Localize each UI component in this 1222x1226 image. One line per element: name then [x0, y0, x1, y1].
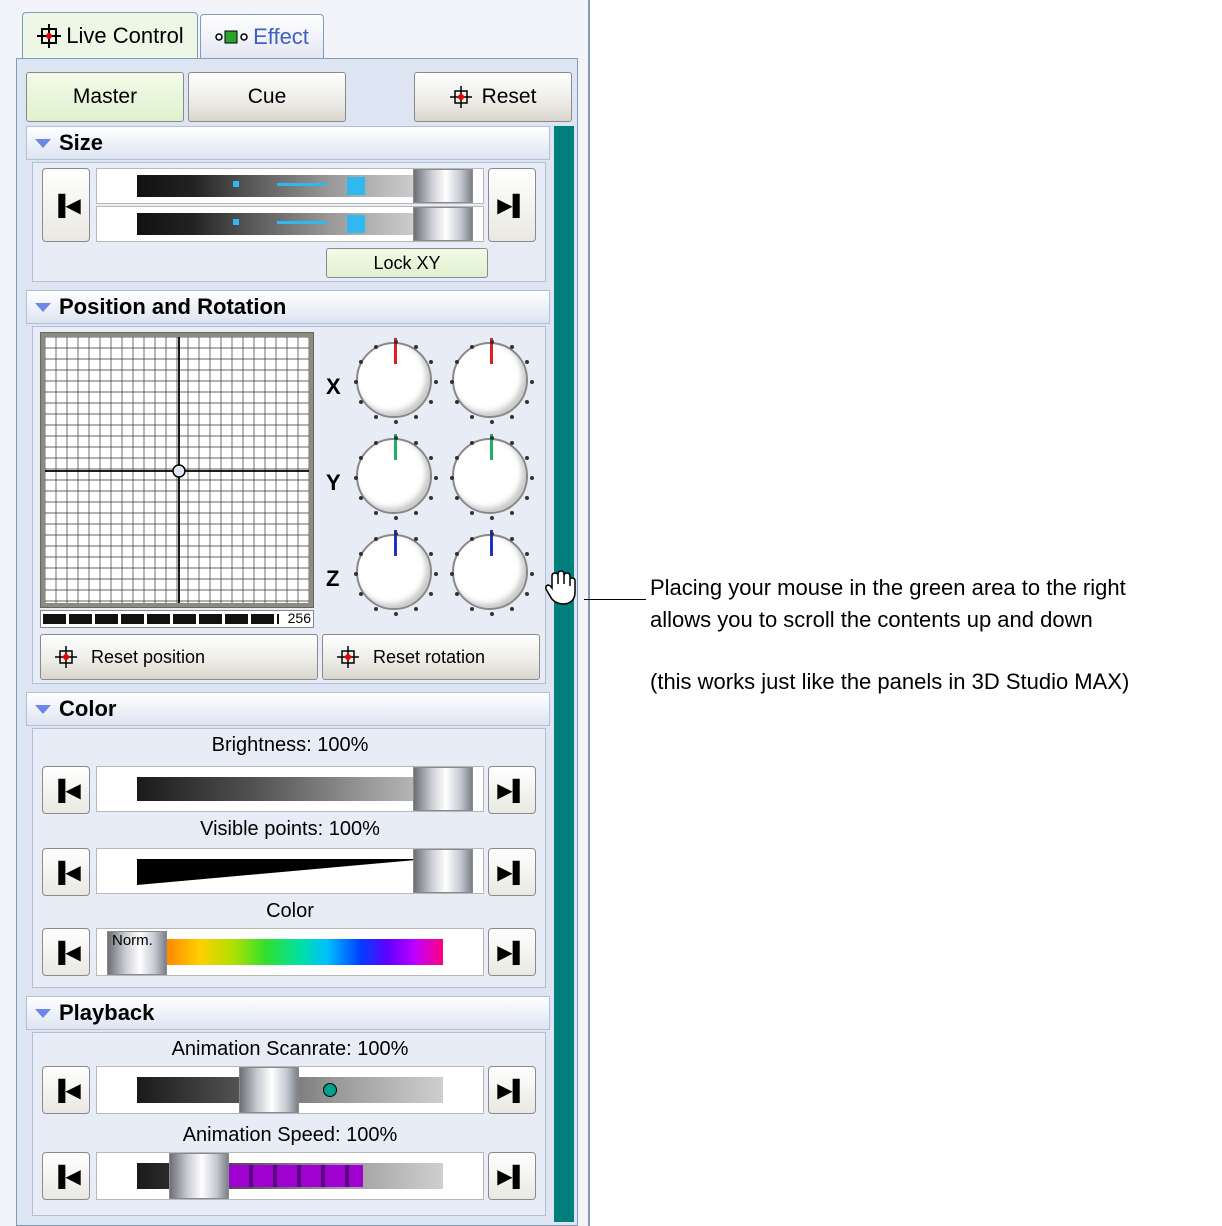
rotation-dial-y[interactable]: [354, 434, 438, 520]
speed-max-button[interactable]: ▶▌: [488, 1152, 536, 1200]
section-header-playback[interactable]: Playback: [26, 996, 550, 1030]
visible-min-button[interactable]: ▐◀: [42, 848, 90, 896]
rotation-speed-dial-y[interactable]: [450, 434, 534, 520]
panel-scroll-area[interactable]: [554, 126, 574, 1222]
position-handle: [172, 464, 186, 478]
section-header-position[interactable]: Position and Rotation: [26, 290, 550, 324]
slider-thumb[interactable]: [239, 1067, 299, 1113]
reset-label: Reset: [481, 85, 537, 108]
collapse-triangle-icon: [35, 1008, 51, 1018]
tab-label: Live Control: [66, 22, 184, 48]
scanrate-min-button[interactable]: ▐◀: [42, 1066, 90, 1114]
brightness-slider[interactable]: [96, 766, 484, 812]
collapse-triangle-icon: [35, 302, 51, 312]
collapse-triangle-icon: [35, 704, 51, 714]
color-label: Color: [266, 900, 314, 922]
color-slider-thumb[interactable]: Norm.: [107, 931, 167, 975]
visible-points-label: Visible points: 100%: [200, 818, 380, 840]
reset-rotation-button[interactable]: Reset rotation: [322, 634, 540, 680]
slider-thumb[interactable]: [413, 169, 473, 203]
brightness-max-button[interactable]: ▶▌: [488, 766, 536, 814]
tab-label: Effect: [253, 23, 309, 49]
reset-position-label: Reset position: [91, 646, 206, 667]
color-max-button[interactable]: ▶▌: [488, 928, 536, 976]
annotation-line: allows you to scroll the contents up and…: [650, 607, 1093, 632]
crosshair-icon: [337, 646, 359, 668]
annotation-text: Placing your mouse in the green area to …: [650, 572, 1129, 698]
hand-cursor-icon: [544, 570, 578, 611]
section-title: Position and Rotation: [59, 294, 287, 319]
reset-rotation-label: Reset rotation: [373, 646, 486, 667]
color-slider[interactable]: Norm.: [96, 928, 484, 976]
crosshair-icon: [55, 646, 77, 668]
size-x-slider[interactable]: [96, 168, 484, 204]
visible-max-button[interactable]: ▶▌: [488, 848, 536, 896]
color-min-button[interactable]: ▐◀: [42, 928, 90, 976]
section-header-size[interactable]: Size: [26, 126, 550, 160]
speed-label: Animation Speed: 100%: [182, 1124, 398, 1146]
axis-label-y: Y: [326, 470, 341, 495]
slider-thumb[interactable]: [413, 849, 473, 893]
crosshair-icon: [449, 86, 472, 108]
brightness-min-button[interactable]: ▐◀: [42, 766, 90, 814]
slider-thumb[interactable]: [169, 1153, 229, 1199]
annotation-line: (this works just like the panels in 3D S…: [650, 669, 1130, 694]
tab-effect[interactable]: Effect: [200, 14, 324, 58]
counter-value: 256: [287, 610, 311, 626]
master-button[interactable]: Master: [26, 72, 184, 122]
section-header-color[interactable]: Color: [26, 692, 550, 726]
reset-position-button[interactable]: Reset position: [40, 634, 318, 680]
scanrate-label: Animation Scanrate: 100%: [171, 1038, 409, 1060]
lock-xy-button[interactable]: Lock XY: [326, 248, 488, 278]
axis-label-z: Z: [326, 566, 340, 591]
section-title: Playback: [59, 1000, 155, 1025]
panel-border: [588, 0, 590, 1226]
cue-button[interactable]: Cue: [188, 72, 346, 122]
tab-live-control[interactable]: Live Control: [22, 12, 198, 58]
scanrate-max-button[interactable]: ▶▌: [488, 1066, 536, 1114]
scanrate-slider[interactable]: [96, 1066, 484, 1114]
slider-thumb[interactable]: [413, 207, 473, 241]
section-title: Color: [59, 696, 117, 721]
annotation-leader-line: [584, 599, 646, 600]
annotation-line: Placing your mouse in the green area to …: [650, 575, 1126, 600]
crosshair-icon: [37, 23, 62, 48]
rotation-speed-dial-x[interactable]: [450, 338, 534, 424]
size-min-button[interactable]: ▐◀: [42, 168, 90, 242]
size-y-slider[interactable]: [96, 206, 484, 242]
brightness-label: Brightness: 100%: [211, 734, 369, 756]
axis-label-x: X: [326, 374, 341, 399]
speed-min-button[interactable]: ▐◀: [42, 1152, 90, 1200]
position-pad[interactable]: [40, 332, 314, 608]
slider-thumb[interactable]: [413, 767, 473, 811]
rotation-dial-x[interactable]: [354, 338, 438, 424]
size-max-button[interactable]: ▶▌: [488, 168, 536, 242]
effect-icon: [215, 30, 248, 43]
section-title: Size: [59, 130, 104, 155]
rotation-speed-dial-z[interactable]: [450, 530, 534, 616]
visible-points-slider[interactable]: [96, 848, 484, 894]
collapse-triangle-icon: [35, 138, 51, 148]
position-counter-bar: 256: [40, 610, 314, 628]
speed-slider[interactable]: [96, 1152, 484, 1200]
rotation-dial-z[interactable]: [354, 530, 438, 616]
reset-button[interactable]: Reset: [414, 72, 572, 122]
